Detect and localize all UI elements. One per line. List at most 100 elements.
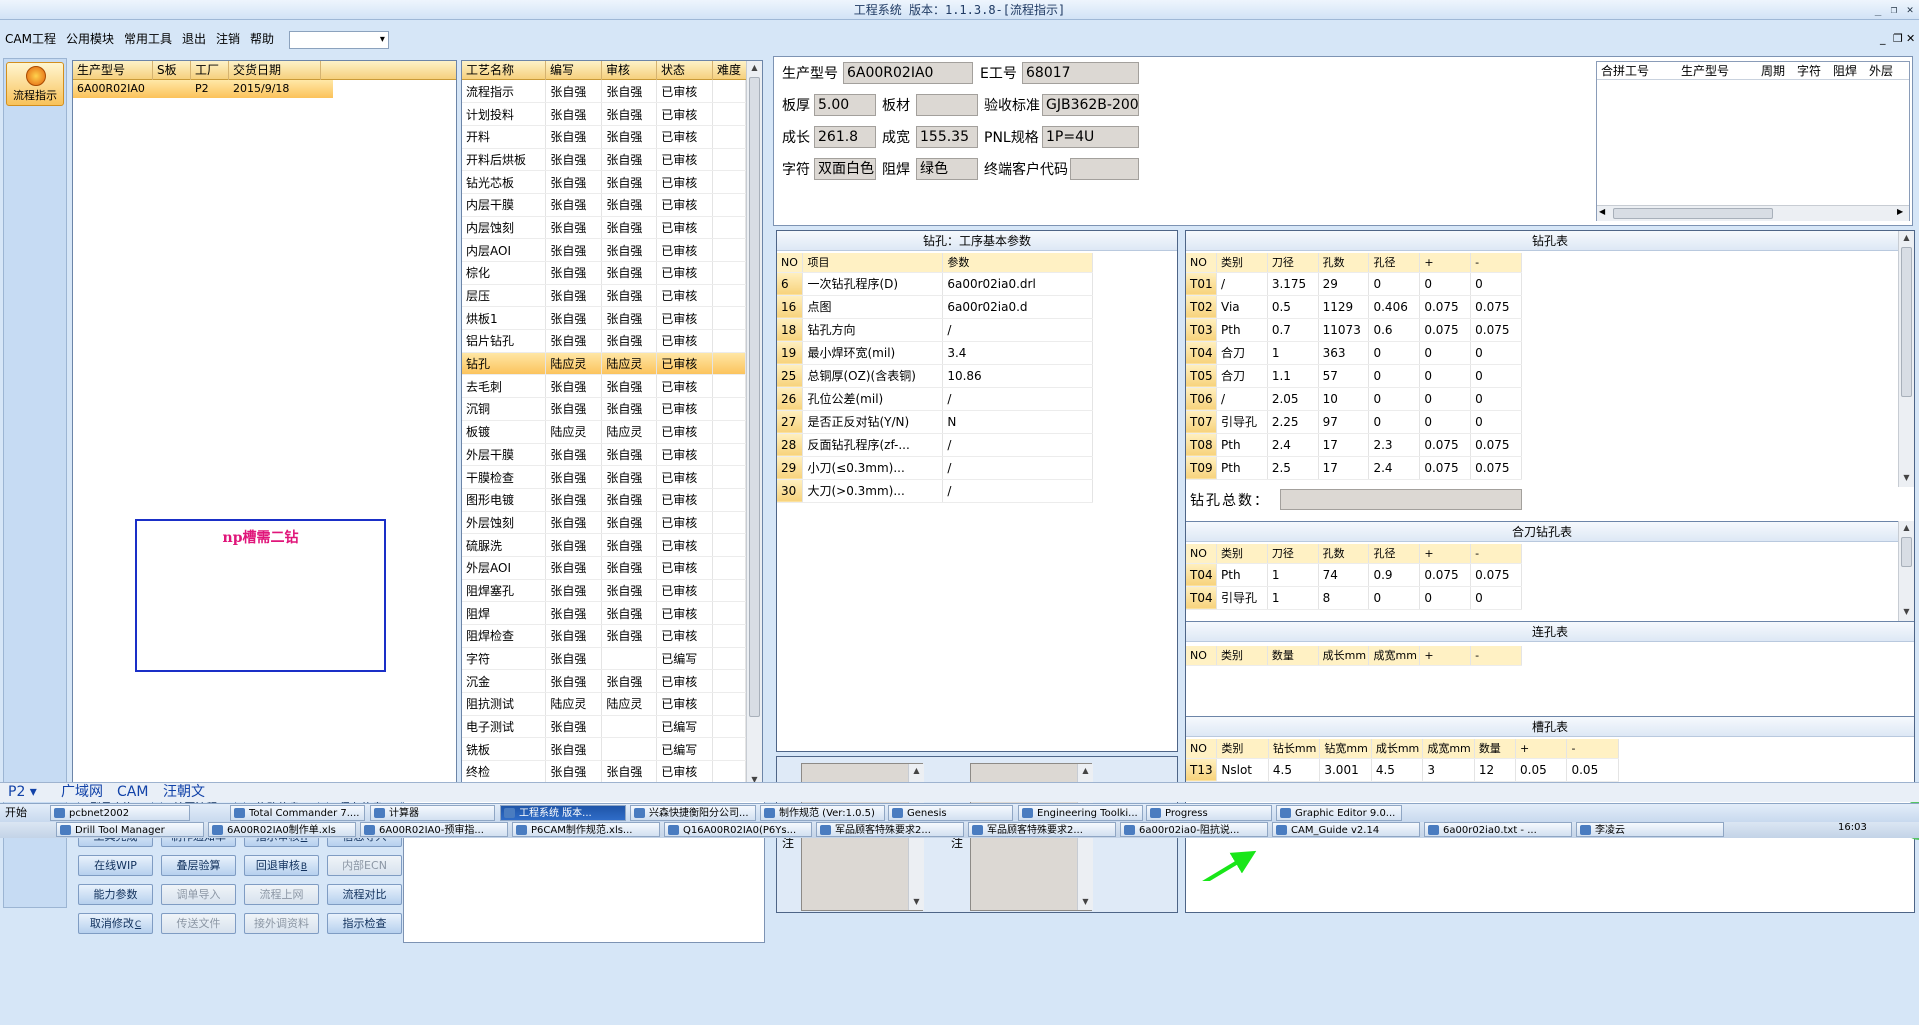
status-tab-wan[interactable]: 广域网 xyxy=(58,784,106,801)
taskbar-item[interactable]: pcbnet2002 xyxy=(50,805,190,821)
table-header-cell[interactable]: 成宽mm xyxy=(1368,646,1421,666)
table-header-cell[interactable]: 类别 xyxy=(1216,646,1268,666)
taskbar-item[interactable]: 制作规范 (Ver:1.0.5) xyxy=(760,805,885,821)
restore-icon[interactable]: ❐ xyxy=(1886,2,1902,17)
merge-hscrollbar[interactable]: ◀ ▶ xyxy=(1597,205,1909,221)
table-header-cell[interactable]: - xyxy=(1566,739,1619,759)
process-row[interactable]: 沉铜 张自强 张自强 已审核 xyxy=(462,397,746,421)
process-row[interactable]: 外层蚀刻 张自强 张自强 已审核 xyxy=(462,511,746,535)
action-button[interactable]: 指示检查 xyxy=(327,913,402,934)
process-row[interactable]: 外层干膜 张自强 张自强 已审核 xyxy=(462,443,746,467)
process-row[interactable]: 干膜检查 张自强 张自强 已审核 xyxy=(462,465,746,489)
process-row[interactable]: 计划投料 张自强 张自强 已审核 xyxy=(462,102,746,126)
action-button[interactable]: 流程上网 xyxy=(244,884,319,905)
table-header-cell[interactable]: 孔数 xyxy=(1318,253,1370,273)
process-row[interactable]: 钻孔 陆应灵 陆应灵 已审核 xyxy=(462,352,746,376)
pnl-field[interactable]: 1P=4U xyxy=(1042,126,1139,148)
table-header-cell[interactable]: 孔径 xyxy=(1368,253,1421,273)
process-col-name[interactable]: 工艺名称 xyxy=(462,61,546,80)
scroll-up-icon[interactable]: ▲ xyxy=(747,61,762,75)
eno-field[interactable]: 68017 xyxy=(1022,62,1139,84)
process-row[interactable]: 外层AOI 张自强 张自强 已审核 xyxy=(462,556,746,580)
table-row[interactable]: T04 合刀 1 363 0 0 0 xyxy=(1186,341,1522,365)
product-model-field[interactable]: 6A00R02IA0 xyxy=(843,62,973,84)
combined-scrollbar[interactable]: ▲ ▼ xyxy=(1898,521,1914,621)
hscroll-thumb[interactable] xyxy=(1613,208,1773,219)
table-row[interactable]: T08 Pth 2.4 17 2.3 0.075 0.075 xyxy=(1186,433,1522,457)
orders-col-s[interactable]: S板 xyxy=(153,61,191,80)
table-row[interactable]: T02 Via 0.5 1129 0.406 0.075 0.075 xyxy=(1186,295,1522,319)
table-header-cell[interactable]: NO xyxy=(777,253,804,273)
taskbar-item[interactable]: Graphic Editor 9.0... xyxy=(1276,805,1402,821)
drill-table-scrollbar[interactable]: ▲ ▼ xyxy=(1898,231,1914,487)
taskbar-item[interactable]: 兴森快捷衡阳分公司... xyxy=(630,805,756,821)
process-col-difficulty[interactable]: 难度 xyxy=(713,61,747,80)
taskbar-item[interactable]: Engineering Toolki... xyxy=(1018,805,1143,821)
orders-col-date[interactable]: 交货日期 xyxy=(229,61,321,80)
standard-field[interactable]: GJB362B-2009 xyxy=(1042,94,1139,116)
taskbar-item[interactable]: 6a00r02ia0-阻抗说... xyxy=(1120,822,1268,837)
table-row[interactable]: 26 孔位公差(mil) / xyxy=(777,387,1093,411)
taskbar-item[interactable]: 李凌云 xyxy=(1576,822,1724,837)
order-row[interactable]: 6A00R02IA0 P2 2015/9/18 xyxy=(73,80,333,98)
taskbar-item[interactable]: Q16A00R02IA0(P6Ys... xyxy=(664,822,812,837)
process-row[interactable]: 字符 张自强 已编写 xyxy=(462,647,746,671)
table-header-cell[interactable]: + xyxy=(1419,253,1472,273)
table-row[interactable]: 30 大刀(>0.3mm)... / xyxy=(777,479,1093,503)
action-button[interactable]: 叠层验算 xyxy=(161,855,236,876)
process-row[interactable]: 阻焊 张自强 张自强 已审核 xyxy=(462,601,746,625)
table-header-cell[interactable]: - xyxy=(1470,646,1522,666)
table-row[interactable]: 27 是否正反对钻(Y/N) N xyxy=(777,410,1093,434)
action-button[interactable]: 接外调资料 xyxy=(244,913,319,934)
table-row[interactable]: T03 Pth 0.7 11073 0.6 0.075 0.075 xyxy=(1186,318,1522,342)
table-header-cell[interactable]: 类别 xyxy=(1216,253,1268,273)
action-button[interactable]: 回退审核B xyxy=(244,855,319,876)
table-row[interactable]: T07 引导孔 2.25 97 0 0 0 xyxy=(1186,410,1522,434)
process-row[interactable]: 内层干膜 张自强 张自强 已审核 xyxy=(462,193,746,217)
table-row[interactable]: T04 Pth 1 74 0.9 0.075 0.075 xyxy=(1186,563,1522,587)
table-row[interactable]: T09 Pth 2.5 17 2.4 0.075 0.075 xyxy=(1186,456,1522,480)
flow-indicate-button[interactable]: 流程指示 xyxy=(6,62,64,106)
merge-col-char[interactable]: 字符 xyxy=(1797,62,1821,80)
process-row[interactable]: 流程指示 张自强 张自强 已审核 xyxy=(462,80,746,104)
minimize-icon[interactable]: _ xyxy=(1870,2,1886,17)
menu-item-cam[interactable]: CAM工程 xyxy=(0,28,61,50)
thickness-field[interactable]: 5.00 xyxy=(814,94,876,116)
process-row[interactable]: 棕化 张自强 张自强 已审核 xyxy=(462,261,746,285)
table-row[interactable]: T05 合刀 1.1 57 0 0 0 xyxy=(1186,364,1522,388)
taskbar-item[interactable]: 军品顾客特殊要求2... xyxy=(816,822,964,837)
table-row[interactable]: T06/2.05 10 0 0 0 xyxy=(1186,387,1522,411)
process-row[interactable]: 硫脲洗 张自强 张自强 已审核 xyxy=(462,533,746,557)
table-header-cell[interactable]: 孔数 xyxy=(1318,544,1370,564)
orders-col-model[interactable]: 生产型号 xyxy=(73,61,153,80)
table-header-cell[interactable]: - xyxy=(1470,544,1522,564)
table-row[interactable]: 18 钻孔方向 / xyxy=(777,318,1093,342)
taskbar-item[interactable]: 6A00R02IA0制作单.xls xyxy=(208,822,356,837)
taskbar-item[interactable]: 工程系统 版本... xyxy=(500,805,626,821)
merge-col-model[interactable]: 生产型号 xyxy=(1681,62,1729,80)
process-row[interactable]: 铣板 张自强 已编写 xyxy=(462,737,746,762)
action-button[interactable]: 内部ECN xyxy=(327,855,402,876)
taskbar-item[interactable]: Drill Tool Manager xyxy=(56,822,204,837)
action-button[interactable]: 调单导入 xyxy=(161,884,236,905)
table-row[interactable]: 28 反面钻孔程序(zf-... / xyxy=(777,433,1093,457)
process-row[interactable]: 图形电镀 张自强 张自强 已审核 xyxy=(462,488,746,512)
table-header-cell[interactable]: 孔径 xyxy=(1368,544,1421,564)
table-header-cell[interactable]: + xyxy=(1419,646,1472,666)
menu-item-help[interactable]: 帮助 xyxy=(245,28,279,50)
process-row[interactable]: 去毛刺 张自强 张自强 已审核 xyxy=(462,374,746,399)
taskbar-item[interactable]: Genesis xyxy=(888,805,1013,821)
table-header-cell[interactable]: 成宽mm xyxy=(1422,739,1475,759)
drill-total-field[interactable] xyxy=(1280,489,1522,510)
process-row[interactable]: 钻光芯板 张自强 张自强 已审核 xyxy=(462,170,746,194)
length-field[interactable]: 261.8 xyxy=(814,126,876,148)
taskbar-item[interactable]: 军品顾客特殊要求2... xyxy=(968,822,1116,837)
table-header-cell[interactable]: NO xyxy=(1186,253,1217,273)
scroll-left-icon[interactable]: ◀ xyxy=(1599,207,1605,216)
table-header-cell[interactable]: 项目 xyxy=(802,253,944,273)
taskbar-item[interactable]: Progress xyxy=(1146,805,1272,821)
scroll-thumb[interactable] xyxy=(749,77,760,717)
menu-combo[interactable] xyxy=(288,29,389,51)
mdi-close-icon[interactable]: ✕ xyxy=(1906,28,1915,50)
table-header-cell[interactable]: 刀径 xyxy=(1267,544,1319,564)
